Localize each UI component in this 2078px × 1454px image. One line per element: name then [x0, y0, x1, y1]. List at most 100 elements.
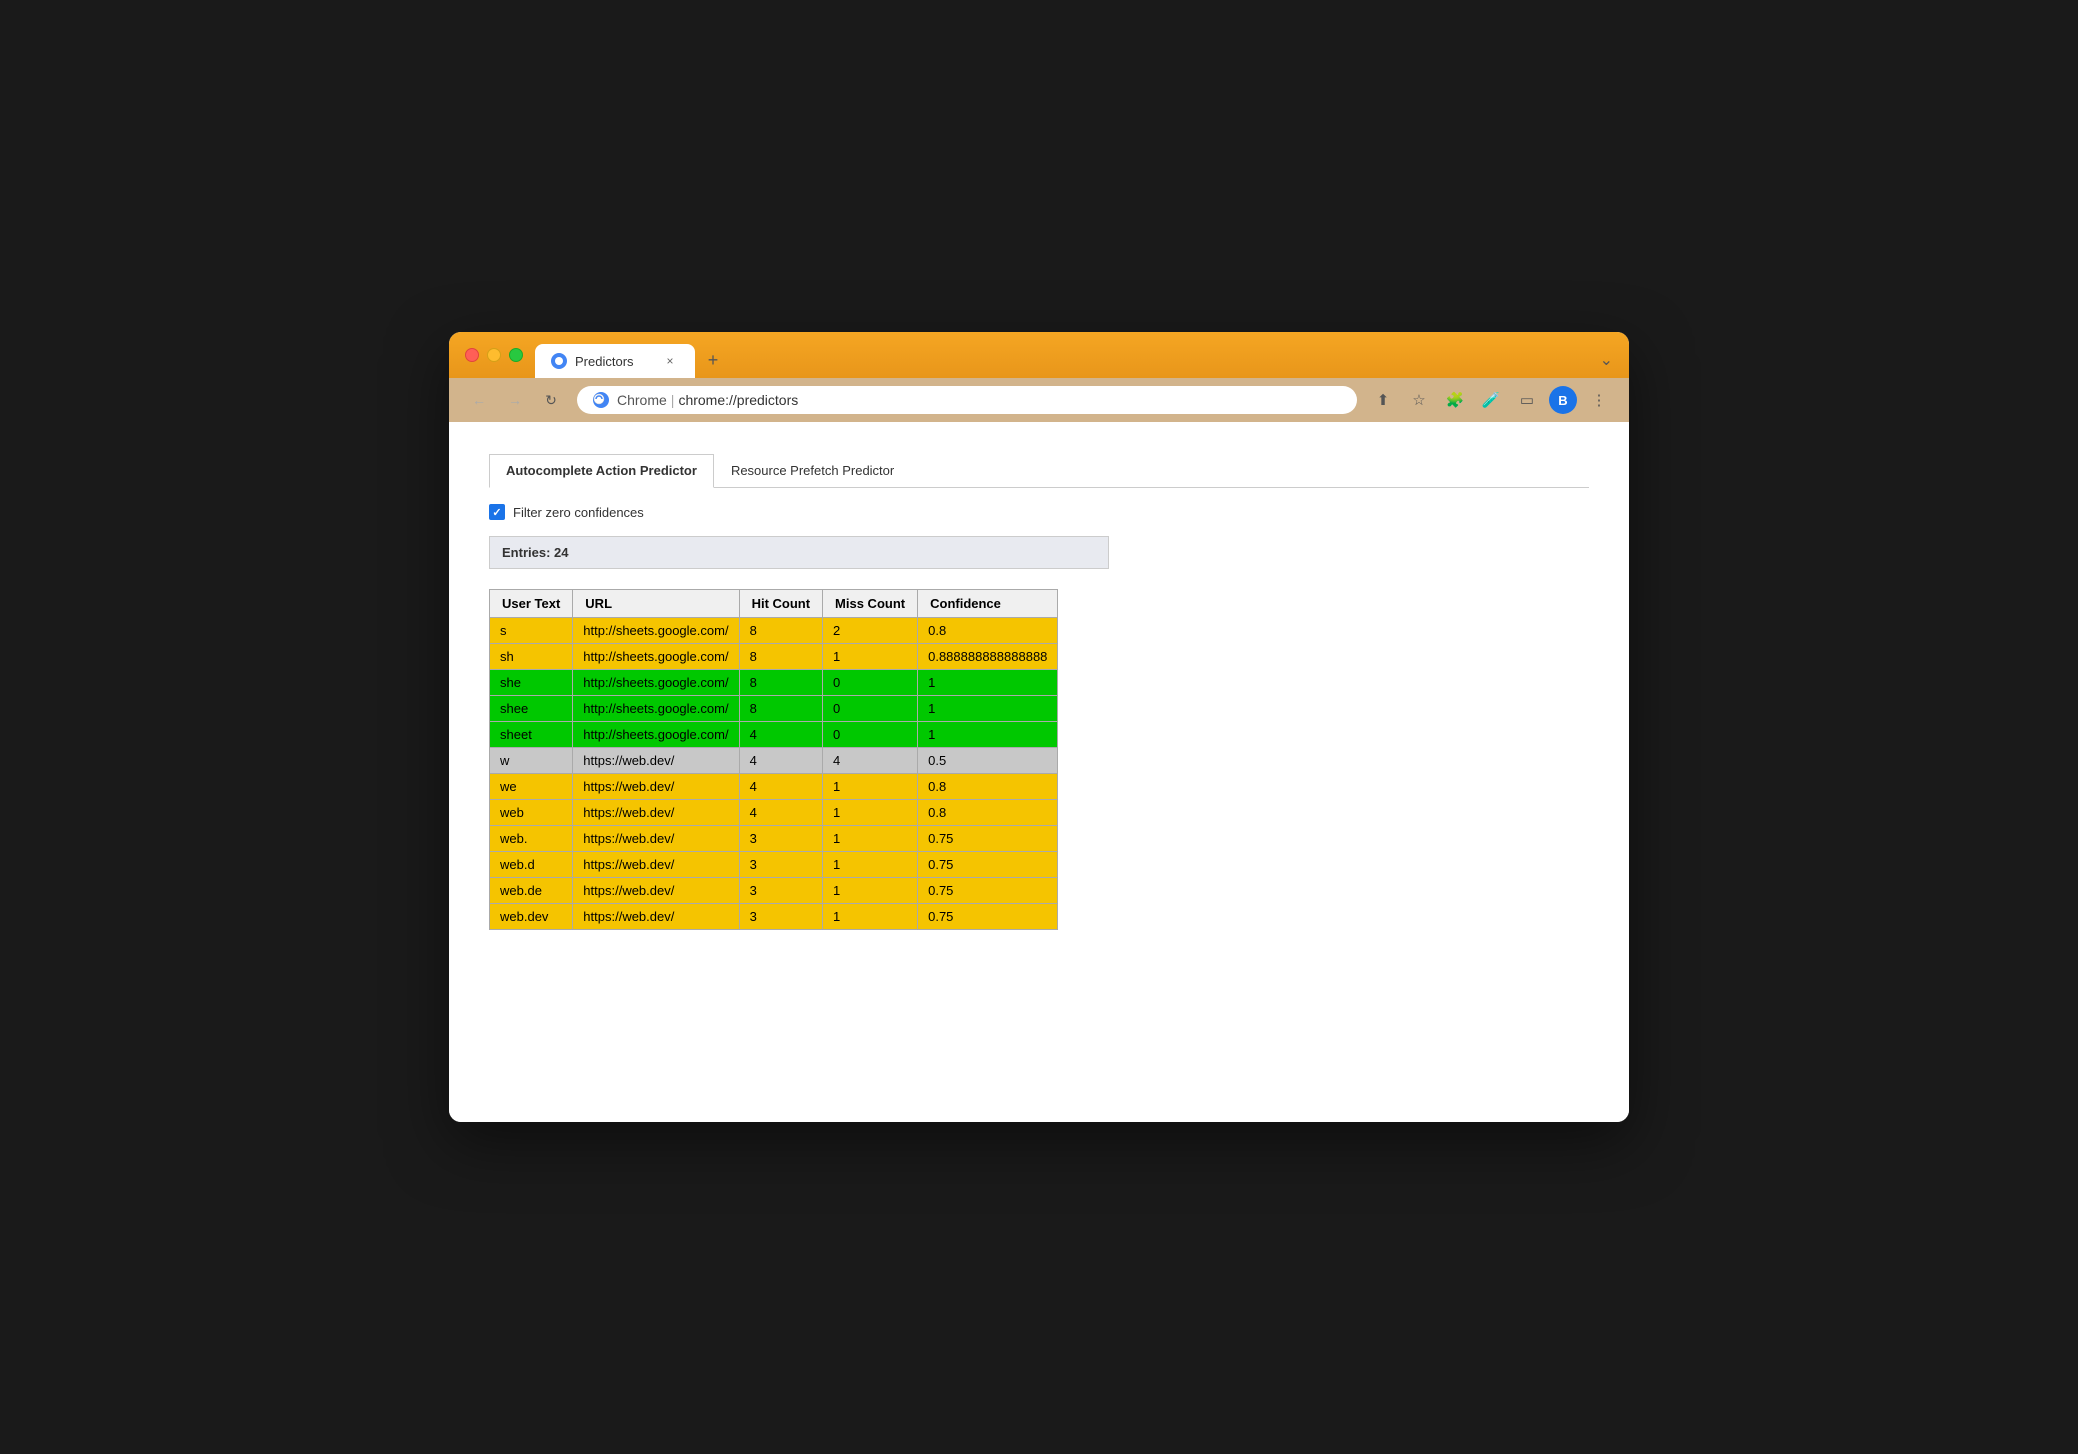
predictors-table: User Text URL Hit Count Miss Count Confi… [489, 589, 1058, 930]
cell-confidence: 1 [918, 696, 1058, 722]
cell-url: https://web.dev/ [573, 748, 739, 774]
close-button[interactable] [465, 348, 479, 362]
dropper-icon[interactable]: 🧪 [1477, 386, 1505, 414]
omnibox-url: chrome://predictors [678, 392, 798, 408]
tab-resource-prefetch[interactable]: Resource Prefetch Predictor [714, 454, 911, 487]
forward-button[interactable]: → [501, 386, 529, 414]
cell-user-text: web.de [490, 878, 573, 904]
table-row: she http://sheets.google.com/ 8 0 1 [490, 670, 1058, 696]
title-bar: Predictors × + ⌄ [449, 332, 1629, 378]
cell-miss-count: 0 [823, 670, 918, 696]
table-row: w https://web.dev/ 4 4 0.5 [490, 748, 1058, 774]
tab-strip-menu-button[interactable]: ⌄ [1600, 350, 1613, 378]
page-tabs: Autocomplete Action Predictor Resource P… [489, 454, 1589, 488]
tab-title: Predictors [575, 354, 634, 369]
cell-hit-count: 8 [739, 696, 822, 722]
new-tab-button[interactable]: + [699, 346, 727, 374]
table-row: web. https://web.dev/ 3 1 0.75 [490, 826, 1058, 852]
cell-miss-count: 1 [823, 800, 918, 826]
omnibox[interactable]: Chrome | chrome://predictors [577, 386, 1357, 414]
address-bar: ← → ↻ Chrome | chrome://predictors ⬆ ☆ 🧩… [449, 378, 1629, 422]
table-row: web.de https://web.dev/ 3 1 0.75 [490, 878, 1058, 904]
table-row: web https://web.dev/ 4 1 0.8 [490, 800, 1058, 826]
cell-url: http://sheets.google.com/ [573, 696, 739, 722]
sidebar-icon[interactable]: ▭ [1513, 386, 1541, 414]
table-row: sh http://sheets.google.com/ 8 1 0.88888… [490, 644, 1058, 670]
table-row: we https://web.dev/ 4 1 0.8 [490, 774, 1058, 800]
extensions-icon[interactable]: 🧩 [1441, 386, 1469, 414]
refresh-button[interactable]: ↻ [537, 386, 565, 414]
cell-confidence: 0.75 [918, 878, 1058, 904]
cell-confidence: 0.5 [918, 748, 1058, 774]
toolbar-icons: ⬆ ☆ 🧩 🧪 ▭ B ⋮ [1369, 386, 1613, 414]
cell-user-text: web [490, 800, 573, 826]
tab-autocomplete[interactable]: Autocomplete Action Predictor [489, 454, 714, 488]
cell-confidence: 1 [918, 670, 1058, 696]
cell-miss-count: 1 [823, 644, 918, 670]
cell-miss-count: 0 [823, 722, 918, 748]
cell-hit-count: 4 [739, 774, 822, 800]
browser-tab-predictors[interactable]: Predictors × [535, 344, 695, 378]
page-content: Autocomplete Action Predictor Resource P… [449, 422, 1629, 1122]
cell-hit-count: 3 [739, 826, 822, 852]
col-header-user-text: User Text [490, 590, 573, 618]
cell-url: http://sheets.google.com/ [573, 618, 739, 644]
cell-url: https://web.dev/ [573, 904, 739, 930]
site-icon [593, 392, 609, 408]
cell-url: http://sheets.google.com/ [573, 670, 739, 696]
table-row: s http://sheets.google.com/ 8 2 0.8 [490, 618, 1058, 644]
browser-window: Predictors × + ⌄ ← → ↻ Chrome | chrome:/… [449, 332, 1629, 1122]
cell-hit-count: 4 [739, 722, 822, 748]
traffic-lights [465, 348, 523, 374]
cell-url: https://web.dev/ [573, 800, 739, 826]
avatar[interactable]: B [1549, 386, 1577, 414]
cell-miss-count: 4 [823, 748, 918, 774]
col-header-hit-count: Hit Count [739, 590, 822, 618]
cell-user-text: sheet [490, 722, 573, 748]
cell-miss-count: 2 [823, 618, 918, 644]
cell-url: https://web.dev/ [573, 826, 739, 852]
maximize-button[interactable] [509, 348, 523, 362]
back-button[interactable]: ← [465, 386, 493, 414]
cell-miss-count: 1 [823, 904, 918, 930]
cell-confidence: 0.8 [918, 774, 1058, 800]
menu-icon[interactable]: ⋮ [1585, 386, 1613, 414]
filter-row: Filter zero confidences [489, 504, 1589, 520]
filter-label: Filter zero confidences [513, 505, 644, 520]
cell-hit-count: 8 [739, 644, 822, 670]
cell-user-text: web. [490, 826, 573, 852]
cell-hit-count: 3 [739, 852, 822, 878]
entries-count: Entries: 24 [502, 545, 568, 560]
table-row: sheet http://sheets.google.com/ 4 0 1 [490, 722, 1058, 748]
cell-user-text: web.dev [490, 904, 573, 930]
cell-url: https://web.dev/ [573, 878, 739, 904]
cell-miss-count: 1 [823, 774, 918, 800]
cell-user-text: sh [490, 644, 573, 670]
cell-hit-count: 8 [739, 670, 822, 696]
cell-miss-count: 1 [823, 826, 918, 852]
cell-confidence: 0.75 [918, 904, 1058, 930]
tab-favicon [551, 353, 567, 369]
cell-confidence: 0.75 [918, 852, 1058, 878]
tabs-area: Predictors × + ⌄ [535, 344, 1613, 378]
table-row: web.dev https://web.dev/ 3 1 0.75 [490, 904, 1058, 930]
cell-url: http://sheets.google.com/ [573, 722, 739, 748]
cell-user-text: s [490, 618, 573, 644]
bookmark-icon[interactable]: ☆ [1405, 386, 1433, 414]
table-row: shee http://sheets.google.com/ 8 0 1 [490, 696, 1058, 722]
omnibox-text: Chrome | chrome://predictors [617, 392, 798, 408]
minimize-button[interactable] [487, 348, 501, 362]
cell-miss-count: 1 [823, 852, 918, 878]
filter-checkbox[interactable] [489, 504, 505, 520]
col-header-confidence: Confidence [918, 590, 1058, 618]
cell-confidence: 0.888888888888888 [918, 644, 1058, 670]
cell-confidence: 1 [918, 722, 1058, 748]
cell-miss-count: 1 [823, 878, 918, 904]
omnibox-site-name: Chrome [617, 392, 667, 408]
share-icon[interactable]: ⬆ [1369, 386, 1397, 414]
cell-url: http://sheets.google.com/ [573, 644, 739, 670]
tab-close-button[interactable]: × [661, 352, 679, 370]
cell-url: https://web.dev/ [573, 852, 739, 878]
omnibox-separator: | [671, 392, 675, 408]
cell-hit-count: 8 [739, 618, 822, 644]
